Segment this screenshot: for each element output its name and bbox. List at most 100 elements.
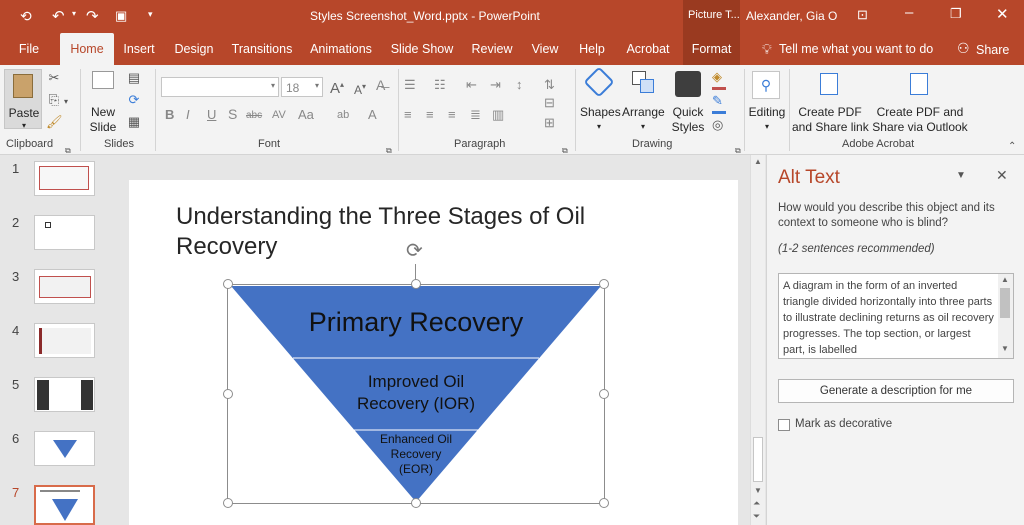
line-spacing-icon[interactable]: ↕ xyxy=(516,77,523,93)
pane-options-icon[interactable]: ▼ xyxy=(956,170,966,181)
scroll-thumb[interactable] xyxy=(1000,288,1010,318)
tab-review[interactable]: Review xyxy=(466,33,518,65)
start-from-beginning-icon[interactable]: ▣ xyxy=(115,8,127,24)
redo-icon[interactable]: ↷ xyxy=(86,7,99,25)
resize-handle[interactable] xyxy=(599,389,609,399)
alt-text-scrollbar[interactable]: ▲ ▼ xyxy=(998,274,1013,358)
tab-acrobat[interactable]: Acrobat xyxy=(620,33,676,65)
user-name[interactable]: Alexander, Gia O xyxy=(746,9,837,23)
slide-title[interactable]: Understanding the Three Stages of Oil Re… xyxy=(176,202,585,262)
slide-thumbnail-6[interactable] xyxy=(34,431,95,466)
create-pdf-share-link-button[interactable]: Create PDF and Share link xyxy=(792,69,869,135)
alt-text-field[interactable]: A diagram in the form of an inverted tri… xyxy=(778,273,1014,359)
align-left-icon[interactable]: ≡ xyxy=(404,107,412,123)
slide-thumbnail-3[interactable] xyxy=(34,269,95,304)
tab-design[interactable]: Design xyxy=(169,33,219,65)
tab-view[interactable]: View xyxy=(526,33,564,65)
columns-icon[interactable]: ▥ xyxy=(492,107,504,123)
undo-icon[interactable]: ↶ xyxy=(52,7,65,25)
strikethrough-icon[interactable]: abc xyxy=(246,108,262,124)
scroll-up-icon[interactable]: ▲ xyxy=(1001,275,1009,284)
editing-button[interactable]: ⚲ Editing ▾ xyxy=(746,69,788,135)
shrink-font-icon[interactable]: A▾ xyxy=(354,79,366,98)
tab-transitions[interactable]: Transitions xyxy=(228,33,296,65)
generate-description-button[interactable]: Generate a description for me xyxy=(778,379,1014,403)
customize-toolbar-icon[interactable]: ▾ xyxy=(148,9,153,20)
clear-formatting-icon[interactable]: A̶ xyxy=(376,77,385,93)
highlight-icon[interactable]: ab xyxy=(337,107,349,123)
minimize-icon[interactable]: – xyxy=(905,4,913,21)
quick-styles-button[interactable]: Quick Styles xyxy=(667,69,709,135)
text-direction-icon[interactable]: ⇅ xyxy=(544,77,555,93)
underline-icon[interactable]: U xyxy=(207,107,216,123)
slide-thumbnail-5[interactable] xyxy=(34,377,95,412)
font-size-box[interactable]: 18 ▾ xyxy=(281,77,323,97)
resize-handle[interactable] xyxy=(223,279,233,289)
scroll-thumb[interactable] xyxy=(753,437,763,482)
create-pdf-outlook-button[interactable]: Create PDF and Share via Outlook xyxy=(870,69,970,135)
tab-insert[interactable]: Insert xyxy=(118,33,160,65)
align-right-icon[interactable]: ≡ xyxy=(448,107,456,123)
arrange-button[interactable]: Arrange ▾ xyxy=(622,69,665,135)
bullets-icon[interactable]: ☰ xyxy=(404,77,416,93)
new-slide-button[interactable]: New Slide xyxy=(86,69,120,135)
slide-canvas[interactable]: Understanding the Three Stages of Oil Re… xyxy=(129,180,738,525)
shape-fill-icon[interactable]: ◈ xyxy=(712,69,722,85)
grow-font-icon[interactable]: A▴ xyxy=(330,77,344,97)
tab-home[interactable]: Home xyxy=(60,33,114,65)
slide-thumbnail-7[interactable] xyxy=(34,485,95,525)
resize-handle[interactable] xyxy=(411,279,421,289)
section-icon[interactable]: ▦ xyxy=(124,114,144,130)
resize-handle[interactable] xyxy=(599,498,609,508)
tab-file[interactable]: File xyxy=(10,33,48,65)
character-spacing-icon[interactable]: AV xyxy=(272,107,286,123)
scroll-down-icon[interactable]: ▼ xyxy=(754,486,762,495)
tab-slide-show[interactable]: Slide Show xyxy=(386,33,458,65)
share-button[interactable]: Share xyxy=(976,43,1009,57)
previous-slide-icon[interactable]: ⏶ xyxy=(753,498,760,509)
paste-button[interactable]: Paste ▾ xyxy=(4,69,42,130)
close-icon[interactable]: ✕ xyxy=(996,5,1009,23)
slide-thumbnail-2[interactable] xyxy=(34,215,95,250)
resize-handle[interactable] xyxy=(599,279,609,289)
shape-effects-icon[interactable]: ◎ xyxy=(712,117,723,133)
tab-format[interactable]: Format xyxy=(683,33,740,65)
cut-icon[interactable]: ✂ xyxy=(46,70,62,86)
shapes-button[interactable]: Shapes ▾ xyxy=(580,66,621,135)
tab-animations[interactable]: Animations xyxy=(305,33,377,65)
tab-help[interactable]: Help xyxy=(572,33,612,65)
font-color-icon[interactable]: A xyxy=(368,107,377,123)
slide-thumbnail-1[interactable] xyxy=(34,161,95,196)
reset-icon[interactable]: ⟳ xyxy=(124,92,144,108)
slide-thumbnail-4[interactable] xyxy=(34,323,95,358)
decrease-indent-icon[interactable]: ⇤ xyxy=(466,77,477,93)
resize-handle[interactable] xyxy=(223,389,233,399)
next-slide-icon[interactable]: ⏷ xyxy=(753,511,760,522)
font-name-box[interactable]: ▾ xyxy=(161,77,279,97)
copy-icon[interactable]: ⎘ xyxy=(46,92,62,108)
justify-icon[interactable]: ≣ xyxy=(470,107,481,123)
mark-decorative-checkbox[interactable] xyxy=(778,419,790,431)
align-text-icon[interactable]: ⊟ xyxy=(544,95,555,111)
copy-dropdown-icon[interactable]: ▾ xyxy=(64,94,68,110)
autosave-icon[interactable]: ⟲ xyxy=(20,8,32,25)
close-pane-icon[interactable]: ✕ xyxy=(996,167,1008,184)
align-center-icon[interactable]: ≡ xyxy=(426,107,434,123)
smartart-icon[interactable]: ⊞ xyxy=(544,115,555,131)
rotate-handle-icon[interactable]: ⟳ xyxy=(406,238,423,263)
bold-icon[interactable]: B xyxy=(165,107,174,123)
scroll-down-icon[interactable]: ▼ xyxy=(1001,344,1009,353)
shape-outline-icon[interactable]: ✎ xyxy=(712,93,723,109)
italic-icon[interactable]: I xyxy=(186,107,190,123)
scroll-up-icon[interactable]: ▲ xyxy=(754,157,762,166)
change-case-icon[interactable]: Aa xyxy=(298,107,314,123)
resize-handle[interactable] xyxy=(411,498,421,508)
resize-handle[interactable] xyxy=(223,498,233,508)
tell-me-search[interactable]: Tell me what you want to do xyxy=(779,42,933,56)
shadow-icon[interactable]: S xyxy=(228,106,237,122)
vertical-scrollbar[interactable]: ▲ ▼ ⏶ ⏷ xyxy=(750,155,765,525)
restore-icon[interactable]: ❐ xyxy=(950,6,962,22)
ribbon-display-options-icon[interactable]: ⊡ xyxy=(857,7,868,23)
undo-dropdown-icon[interactable]: ▾ xyxy=(72,9,76,18)
layout-icon[interactable]: ▤ xyxy=(124,70,144,86)
